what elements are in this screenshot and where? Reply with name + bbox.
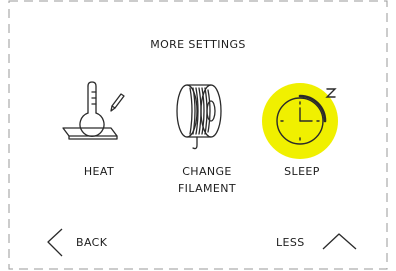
heat-label: HEAT — [83, 165, 115, 178]
heat-bed-thermometer-icon — [62, 81, 125, 140]
sleep-clock-icon — [262, 83, 338, 159]
sleep-label: SLEEP — [284, 165, 320, 178]
sleep-option[interactable]: SLEEP — [262, 80, 342, 190]
filament-spool-icon — [176, 84, 222, 150]
less-button[interactable]: LESS — [276, 228, 361, 258]
back-label: BACK — [76, 236, 108, 249]
screen-title: MORE SETTINGS — [150, 38, 246, 51]
less-label: LESS — [276, 236, 305, 249]
change-filament-label: CHANGE FILAMENT — [177, 165, 237, 195]
chevron-up-icon — [322, 233, 357, 250]
chevron-left-icon — [47, 228, 63, 257]
heat-option[interactable]: HEAT — [59, 80, 139, 190]
back-button[interactable]: BACK — [44, 228, 124, 258]
change-filament-option[interactable]: CHANGE FILAMENT — [167, 80, 247, 195]
